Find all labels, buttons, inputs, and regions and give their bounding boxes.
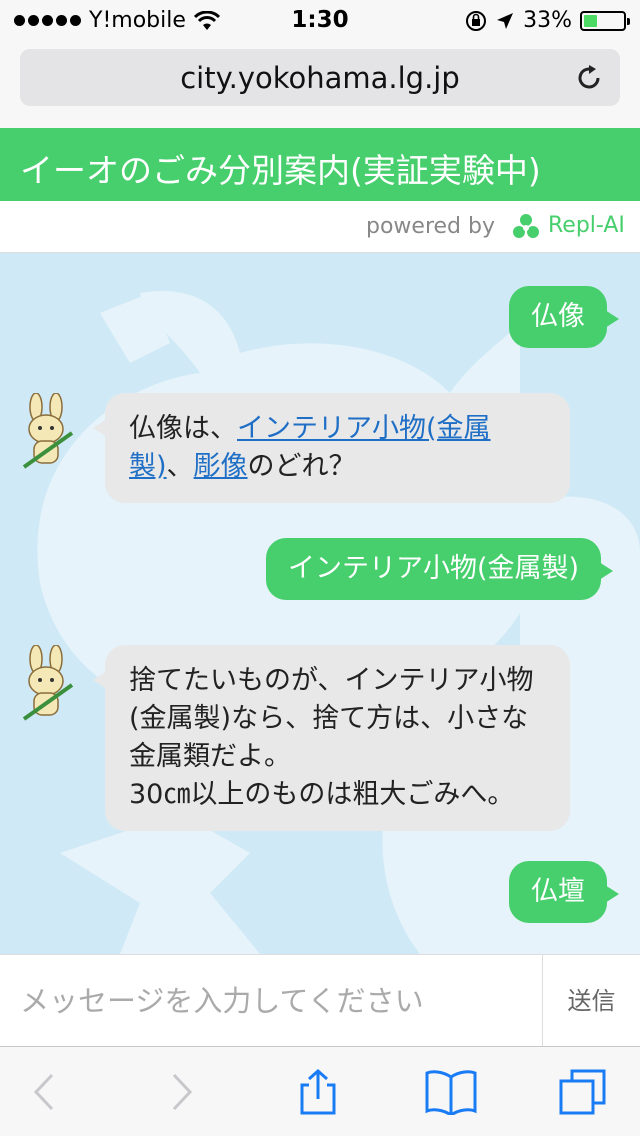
message-text: のどれ？ bbox=[247, 451, 356, 482]
app-header: イーオのごみ分別案内(実証実験中) bbox=[0, 128, 640, 201]
status-bar: Y!mobile 1:30 33% bbox=[0, 0, 640, 40]
bot-message: 仏像は、インテリア小物(金属製)、彫像のどれ？ bbox=[93, 393, 570, 503]
battery-percent: 33% bbox=[523, 8, 572, 33]
bookmarks-icon[interactable] bbox=[424, 1069, 478, 1115]
bot-message: 捨てたいものが、インテリア小物 (金属製)なら、捨て方は、小さな 金属類だよ。 … bbox=[93, 645, 570, 831]
repl-ai-brand[interactable]: Repl-AI bbox=[548, 213, 625, 238]
powered-by-bar: powered by Repl-AI bbox=[0, 201, 640, 253]
browser-toolbar bbox=[0, 1046, 640, 1136]
option-link-statue[interactable]: 彫像 bbox=[194, 451, 248, 482]
option-link-interior-metal-cont[interactable]: 製) bbox=[129, 451, 167, 482]
back-icon[interactable] bbox=[22, 1069, 66, 1115]
share-icon[interactable] bbox=[296, 1069, 340, 1115]
location-arrow-icon bbox=[497, 12, 514, 29]
user-message: 仏像 bbox=[509, 286, 619, 348]
mascot-avatar-icon bbox=[22, 393, 74, 469]
message-text: 、 bbox=[166, 451, 194, 482]
user-message: 仏壇 bbox=[509, 861, 619, 923]
reload-icon[interactable] bbox=[574, 63, 604, 93]
message-line: 金属類だよ。 bbox=[129, 741, 291, 772]
battery-icon bbox=[580, 10, 630, 31]
powered-by-label: powered by bbox=[366, 214, 495, 239]
message-text: 仏像は、 bbox=[129, 413, 237, 444]
url-text[interactable]: city.yokohama.lg.jp bbox=[20, 61, 620, 95]
message-line: 30㎝以上のものは粗大ごみへ。 bbox=[129, 779, 515, 810]
message-input[interactable] bbox=[0, 955, 542, 1047]
user-message: インテリア小物(金属製) bbox=[266, 538, 614, 600]
background-illustration bbox=[37, 291, 640, 954]
status-right: 33% bbox=[465, 8, 630, 33]
message-text: 仏像 bbox=[531, 301, 585, 332]
send-button[interactable]: 送信 bbox=[542, 955, 640, 1047]
address-bar[interactable]: city.yokohama.lg.jp bbox=[20, 49, 620, 106]
page-title: イーオのごみ分別案内(実証実験中) bbox=[20, 151, 541, 190]
forward-icon[interactable] bbox=[160, 1069, 204, 1115]
repl-ai-logo-icon bbox=[513, 214, 539, 238]
chat-area[interactable]: 仏像 仏像は、インテリア小物(金属 製)、彫像のどれ？ インテリア小物(金属製) … bbox=[0, 253, 640, 954]
message-line: (金属製)なら、捨て方は、小さな bbox=[129, 703, 529, 734]
message-line: 捨てたいものが、インテリア小物 bbox=[129, 665, 534, 696]
message-text: インテリア小物(金属製) bbox=[288, 553, 580, 584]
mascot-avatar-icon bbox=[22, 645, 74, 721]
orientation-lock-icon bbox=[466, 10, 487, 31]
tabs-icon[interactable] bbox=[558, 1069, 608, 1115]
message-input-bar: 送信 bbox=[0, 954, 640, 1047]
message-text: 仏壇 bbox=[531, 876, 585, 907]
option-link-interior-metal[interactable]: インテリア小物(金属 bbox=[237, 413, 491, 444]
